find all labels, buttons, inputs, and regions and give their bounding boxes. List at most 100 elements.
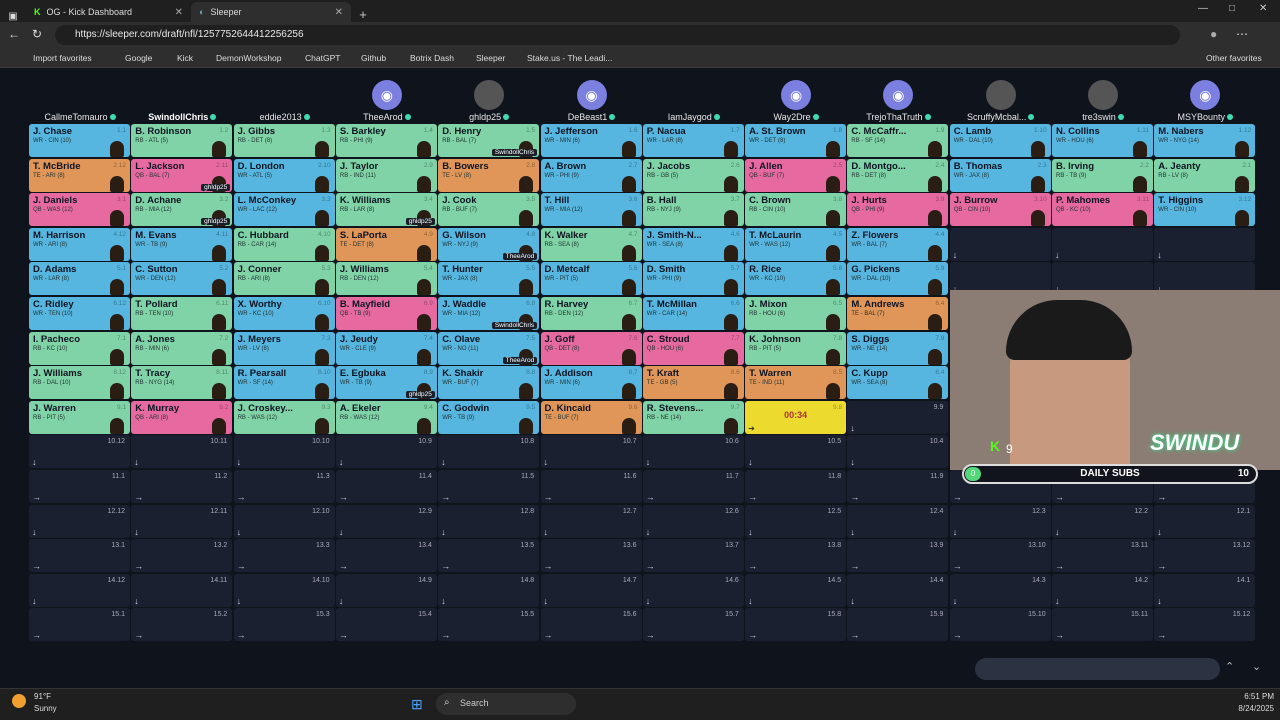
player-pick-cell[interactable]: J. Croskey... RB - WAS (12) 9.3 xyxy=(233,400,335,434)
player-pick-cell[interactable]: C. Hubbard RB - CAR (14) 4.10 xyxy=(233,227,335,261)
player-pick-cell[interactable]: D. Montgo... RB - DET (8) 2.4 xyxy=(847,158,949,192)
empty-pick-cell[interactable]: 14.6 ↓ xyxy=(642,573,744,607)
player-pick-cell[interactable]: C. Lamb WR - DAL (10) 1.10 xyxy=(949,124,1051,157)
player-pick-cell[interactable]: B. Robinson RB - ATL (5) 1.2 xyxy=(131,124,233,157)
empty-pick-cell[interactable]: 12.8 ↓ xyxy=(438,504,540,538)
player-pick-cell[interactable]: T. Tracy RB - NYG (14) 8.11 xyxy=(131,366,233,400)
player-pick-cell[interactable]: P. Mahomes QB - KC (10) 3.11 xyxy=(1052,193,1153,227)
empty-pick-cell[interactable]: 10.12 ↓ xyxy=(29,435,130,469)
team-header[interactable]: ◉ MSYBounty xyxy=(1154,80,1256,122)
empty-pick-cell[interactable]: 12.7 ↓ xyxy=(540,504,642,538)
empty-pick-cell[interactable]: 12.11 ↓ xyxy=(131,504,233,538)
empty-pick-cell[interactable]: 9.9 ↓ xyxy=(847,400,949,434)
empty-pick-cell[interactable]: 13.11 → xyxy=(1052,539,1153,573)
player-pick-cell[interactable]: T. McMillan WR - CAR (14) 6.6 xyxy=(642,297,744,330)
close-icon[interactable]: ✕ xyxy=(335,7,343,18)
favorite-item[interactable]: Kick xyxy=(177,53,193,63)
emote-bar[interactable] xyxy=(975,658,1220,680)
team-header[interactable]: CallmeTomauro xyxy=(29,80,131,122)
favorite-item[interactable]: Botrix Dash xyxy=(410,53,454,63)
team-header[interactable]: ◉ DeBeast1 xyxy=(541,80,643,122)
empty-pick-cell[interactable]: ↓ xyxy=(1052,227,1153,261)
maximize-icon[interactable]: □ xyxy=(1229,3,1235,14)
player-pick-cell[interactable]: A. Brown WR - PHI (9) 2.7 xyxy=(540,158,642,192)
empty-pick-cell[interactable]: 13.1 → xyxy=(29,539,130,573)
player-pick-cell[interactable]: C. Ridley WR - TEN (10) 6.12 xyxy=(29,297,130,330)
favorite-item[interactable]: ChatGPT xyxy=(305,53,340,63)
player-pick-cell[interactable]: S. LaPorta TE - DET (8) 4.9 xyxy=(335,227,437,261)
empty-pick-cell[interactable]: 11.8 → xyxy=(745,470,847,503)
player-pick-cell[interactable]: T. Hunter WR - JAX (8) 5.5 xyxy=(438,262,540,296)
empty-pick-cell[interactable]: 14.11 ↓ xyxy=(131,573,233,607)
empty-pick-cell[interactable]: 13.2 → xyxy=(131,539,233,573)
player-pick-cell[interactable]: J. Conner RB - ARI (8) 5.3 xyxy=(233,262,335,296)
empty-pick-cell[interactable]: 13.9 → xyxy=(847,539,949,573)
empty-pick-cell[interactable]: 13.4 → xyxy=(335,539,437,573)
close-icon[interactable]: ✕ xyxy=(175,7,183,18)
empty-pick-cell[interactable]: 11.4 → xyxy=(335,470,437,503)
player-pick-cell[interactable]: A. Jeanty RB - LV (8) 2.1 xyxy=(1154,158,1256,192)
player-pick-cell[interactable]: P. Nacua WR - LAR (8) 1.7 xyxy=(642,124,744,157)
player-pick-cell[interactable]: R. Harvey RB - DEN (12) 6.7 xyxy=(540,297,642,330)
empty-pick-cell[interactable]: 12.6 ↓ xyxy=(642,504,744,538)
player-pick-cell[interactable]: B. Thomas WR - JAX (8) 2.3 xyxy=(949,158,1051,192)
player-pick-cell[interactable]: A. Ekeler RB - WAS (12) 9.4 xyxy=(335,400,437,434)
empty-pick-cell[interactable]: 14.4 ↓ xyxy=(847,573,949,607)
team-header[interactable]: IamJaygod xyxy=(643,80,745,122)
empty-pick-cell[interactable]: 14.10 ↓ xyxy=(233,573,335,607)
empty-pick-cell[interactable]: ↓ xyxy=(949,227,1051,261)
url-field[interactable]: https://sleeper.com/draft/nfl/1257752644… xyxy=(55,25,1180,45)
player-pick-cell[interactable]: K. Walker RB - SEA (8) 4.7 xyxy=(540,227,642,261)
favorite-item[interactable]: Stake.us - The Leadi... xyxy=(527,53,612,63)
empty-pick-cell[interactable]: 14.2 ↓ xyxy=(1052,573,1153,607)
player-pick-cell[interactable]: J. Goff QB - DET (8) 7.6 xyxy=(540,331,642,365)
player-pick-cell[interactable]: M. Harrison WR - ARI (8) 4.12 xyxy=(29,227,130,261)
empty-pick-cell[interactable]: 11.6 → xyxy=(540,470,642,503)
favorite-item[interactable]: DemonWorkshop xyxy=(216,53,282,63)
refresh-icon[interactable]: ↻ xyxy=(32,27,42,41)
player-pick-cell[interactable]: S. Barkley RB - PHI (9) 1.4 xyxy=(335,124,437,157)
player-pick-cell[interactable]: X. Worthy WR - KC (10) 6.10 xyxy=(233,297,335,330)
player-pick-cell[interactable]: J. Allen QB - BUF (7) 2.5 xyxy=(745,158,847,192)
empty-pick-cell[interactable]: 13.10 → xyxy=(949,539,1051,573)
player-pick-cell[interactable]: J. Williams RB - DEN (12) 5.4 xyxy=(335,262,437,296)
empty-pick-cell[interactable]: 14.12 ↓ xyxy=(29,573,130,607)
empty-pick-cell[interactable]: 15.11 → xyxy=(1052,608,1153,642)
empty-pick-cell[interactable]: 10.4 ↓ xyxy=(847,435,949,469)
player-pick-cell[interactable]: K. Murray QB - ARI (8) 9.2 xyxy=(131,400,233,434)
empty-pick-cell[interactable]: 15.8 → xyxy=(745,608,847,642)
player-pick-cell[interactable]: T. Kraft TE - GB (5) 8.6 xyxy=(642,366,744,400)
player-pick-cell[interactable]: G. Pickens WR - DAL (10) 5.9 xyxy=(847,262,949,296)
empty-pick-cell[interactable]: 12.4 ↓ xyxy=(847,504,949,538)
player-pick-cell[interactable]: C. Olave WR - NO (11) 7.5 TheeArod xyxy=(438,331,540,365)
empty-pick-cell[interactable]: 10.11 ↓ xyxy=(131,435,233,469)
empty-pick-cell[interactable]: 15.12 → xyxy=(1154,608,1256,642)
tab-kick-dashboard[interactable]: K OG - Kick Dashboard ✕ xyxy=(26,2,191,22)
player-pick-cell[interactable]: D. Henry RB - BAL (7) 1.5 SwindollChris xyxy=(438,124,540,157)
windows-icon[interactable]: ⊞ xyxy=(411,696,423,713)
empty-pick-cell[interactable]: 12.5 ↓ xyxy=(745,504,847,538)
empty-pick-cell[interactable]: 12.10 ↓ xyxy=(233,504,335,538)
player-pick-cell[interactable]: A. St. Brown WR - DET (8) 1.8 xyxy=(745,124,847,157)
player-pick-cell[interactable]: J. Jeudy WR - CLE (9) 7.4 xyxy=(335,331,437,365)
empty-pick-cell[interactable]: 11.1 → xyxy=(29,470,130,503)
player-pick-cell[interactable]: J. Burrow QB - CIN (10) 3.10 xyxy=(949,193,1051,227)
empty-pick-cell[interactable]: 13.12 → xyxy=(1154,539,1256,573)
empty-pick-cell[interactable]: 15.2 → xyxy=(131,608,233,642)
player-pick-cell[interactable]: C. Kupp WR - SEA (8) 8.4 xyxy=(847,366,949,400)
empty-pick-cell[interactable]: 15.10 → xyxy=(949,608,1051,642)
empty-pick-cell[interactable]: 14.5 ↓ xyxy=(745,573,847,607)
empty-pick-cell[interactable]: 11.5 → xyxy=(438,470,540,503)
team-header[interactable]: tre3swin xyxy=(1052,80,1154,122)
profile-icon[interactable]: ● xyxy=(1210,27,1217,41)
player-pick-cell[interactable]: J. Williams RB - DAL (10) 8.12 xyxy=(29,366,130,400)
empty-pick-cell[interactable]: 12.12 ↓ xyxy=(29,504,130,538)
player-pick-cell[interactable]: D. Smith WR - PHI (9) 5.7 xyxy=(642,262,744,296)
empty-pick-cell[interactable]: 13.3 → xyxy=(233,539,335,573)
empty-pick-cell[interactable]: 14.8 ↓ xyxy=(438,573,540,607)
empty-pick-cell[interactable]: 13.5 → xyxy=(438,539,540,573)
empty-pick-cell[interactable]: 14.9 ↓ xyxy=(335,573,437,607)
player-pick-cell[interactable]: T. McBride TE - ARI (8) 2.12 xyxy=(29,158,130,192)
player-pick-cell[interactable]: I. Pacheco RB - KC (10) 7.1 xyxy=(29,331,130,365)
player-pick-cell[interactable]: B. Bowers TE - LV (8) 2.8 xyxy=(438,158,540,192)
